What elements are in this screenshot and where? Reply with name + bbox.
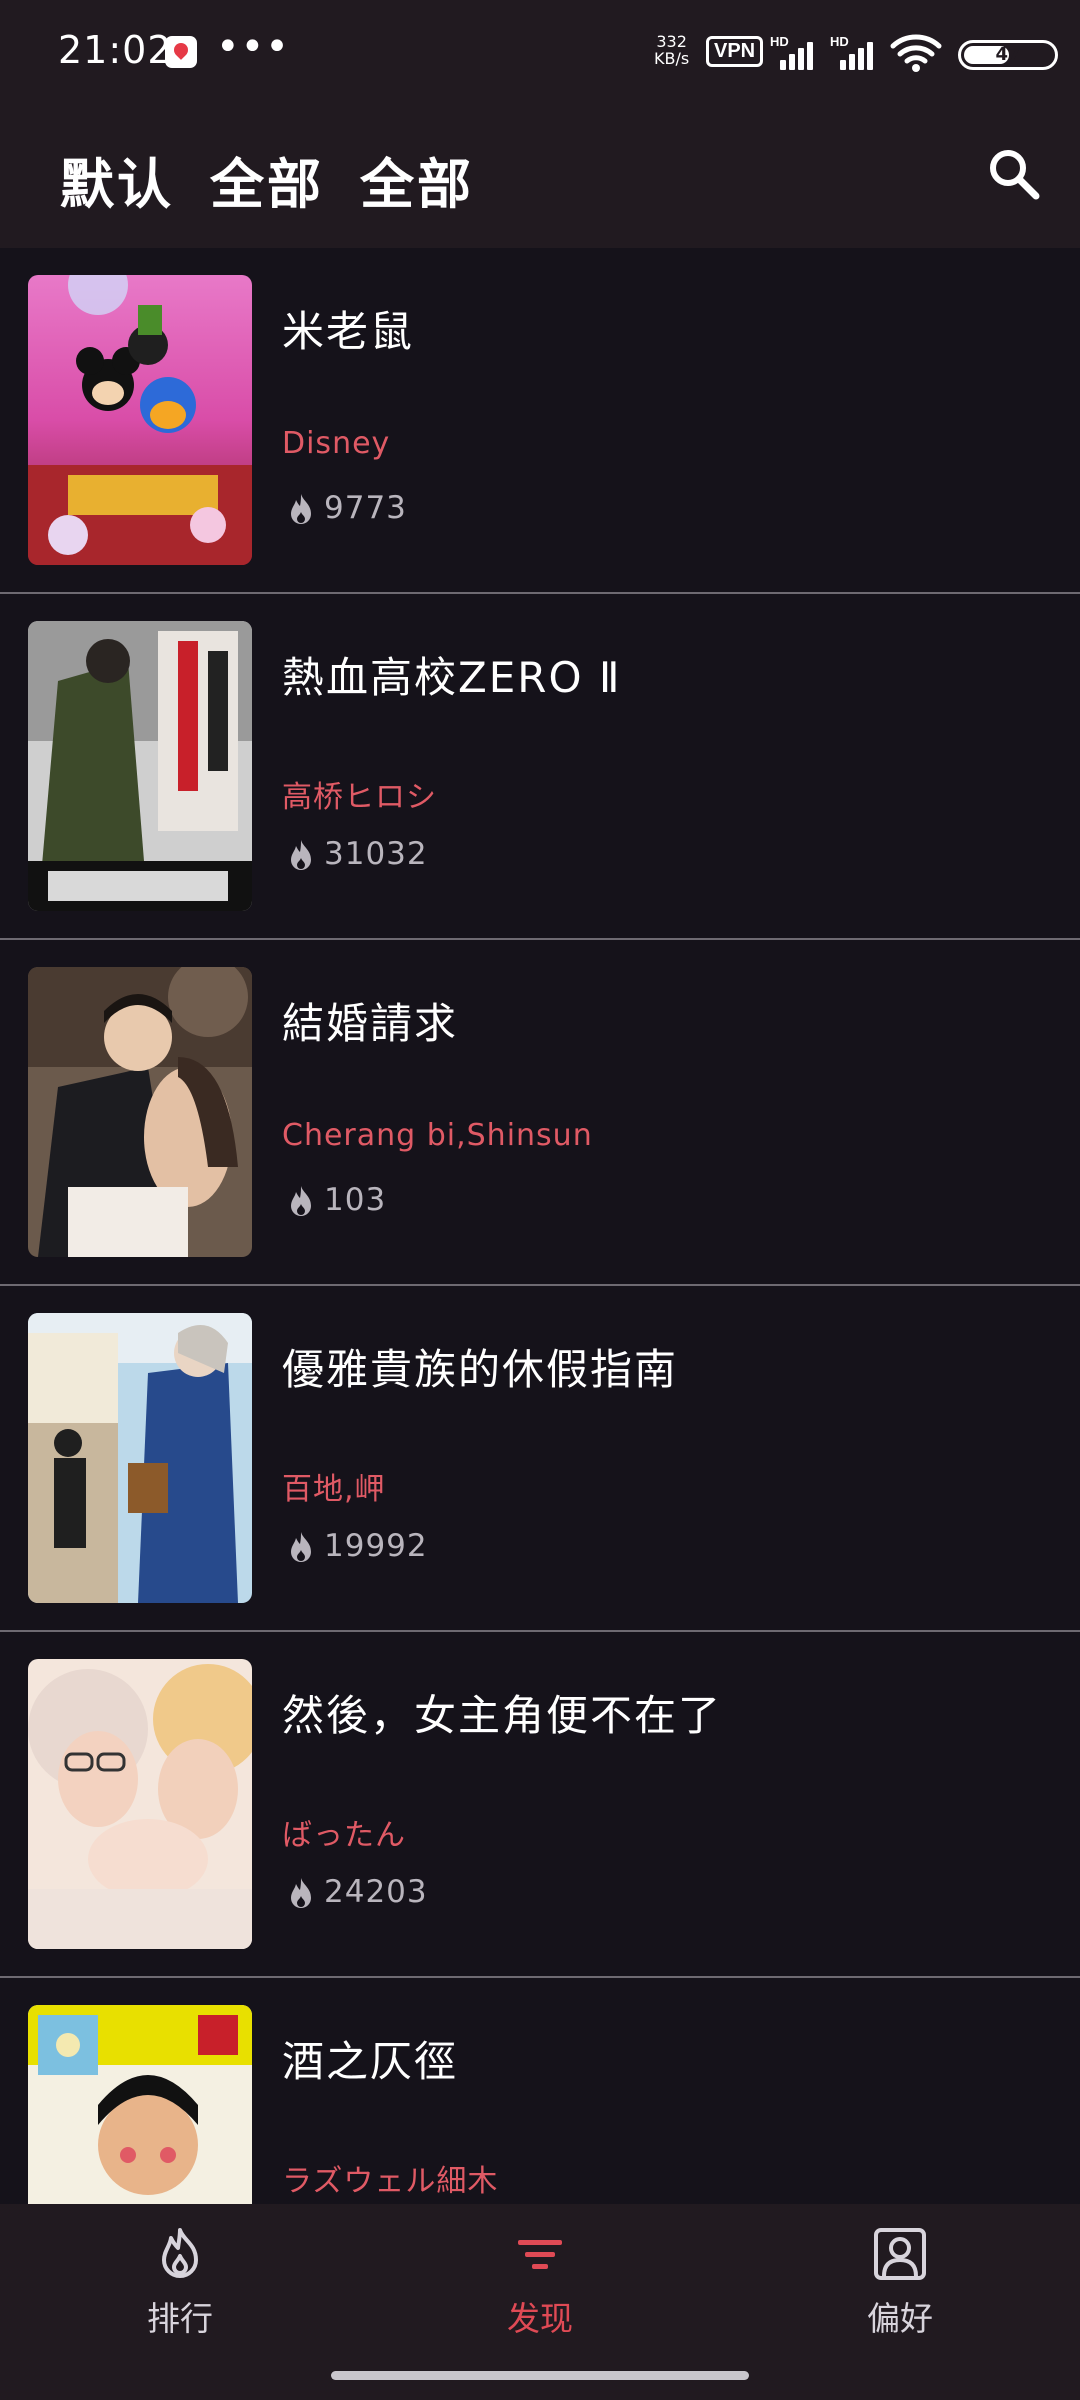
bottom-navigation: 排行 发现 偏好: [0, 2204, 1080, 2400]
comic-title: 米老鼠: [282, 307, 415, 356]
home-indicator[interactable]: [331, 2371, 749, 2380]
comic-list-item[interactable]: 酒之仄徑 ラズウェル細木: [0, 1978, 1080, 2204]
comic-author: Cherang bi,Shinsun: [282, 1118, 593, 1153]
popularity-count: 31032: [324, 836, 428, 872]
network-speed-unit: KB/s: [654, 49, 690, 68]
filter-icon: [518, 2240, 562, 2269]
comic-author: 百地,岬: [282, 1472, 386, 1507]
nav-ranking[interactable]: 排行: [80, 2204, 280, 2354]
comic-cover[interactable]: [28, 1313, 252, 1603]
comic-author: ラズウェル細木: [282, 2164, 499, 2199]
comic-author: 高桥ヒロシ: [282, 780, 437, 815]
vpn-badge: VPN: [706, 36, 764, 67]
more-notifications-icon: •••: [216, 24, 290, 70]
comic-cover[interactable]: [28, 967, 252, 1257]
comic-list[interactable]: 米老鼠 Disney 9773 熱血高校ZERO Ⅱ 高桥ヒロシ 31032 結…: [0, 248, 1080, 2204]
fire-icon: [291, 1532, 311, 1562]
network-speed: 332 KB/s: [654, 33, 689, 67]
comic-list-item[interactable]: 優雅貴族的休假指南 百地,岬 19992: [0, 1286, 1080, 1632]
status-bar: 21:02 ••• 332 KB/s VPN HD HD 47: [0, 0, 1080, 110]
location-app-icon: [165, 36, 197, 68]
comic-cover[interactable]: [28, 275, 252, 565]
popularity-count: 103: [324, 1182, 387, 1218]
comic-author: Disney: [282, 426, 391, 461]
top-app-bar: 默认 全部 全部: [0, 110, 1080, 248]
comic-list-item[interactable]: 熱血高校ZERO Ⅱ 高桥ヒロシ 31032: [0, 594, 1080, 940]
comic-cover[interactable]: [28, 621, 252, 911]
nav-ranking-label: 排行: [147, 2299, 213, 2338]
fire-icon: [291, 1878, 311, 1908]
network-speed-value: 332: [656, 32, 687, 51]
fire-icon: [162, 2228, 198, 2278]
nav-discover-label: 发现: [507, 2299, 573, 2338]
comic-cover[interactable]: [28, 2005, 252, 2204]
region-filter[interactable]: 全部: [210, 140, 324, 219]
profile-icon: [874, 2228, 926, 2280]
battery-icon: 47: [958, 40, 1058, 70]
signal-icon-1: [772, 36, 820, 70]
comic-title: 熱血高校ZERO Ⅱ: [282, 653, 622, 702]
comic-author: ばったん: [282, 1818, 406, 1853]
comic-list-item[interactable]: 然後，女主角便不在了 ばったん 24203: [0, 1632, 1080, 1978]
popularity-count: 9773: [324, 490, 407, 526]
popularity-count: 19992: [324, 1528, 428, 1564]
status-time: 21:02: [58, 28, 173, 72]
comic-title: 酒之仄徑: [282, 2037, 459, 2086]
status-filter[interactable]: 全部: [360, 140, 474, 219]
comic-title: 然後，女主角便不在了: [282, 1691, 723, 1740]
fire-icon: [291, 1186, 311, 1216]
nav-discover[interactable]: 发现: [440, 2204, 640, 2354]
fire-icon: [291, 840, 311, 870]
fire-icon: [291, 494, 311, 524]
comic-list-item[interactable]: 米老鼠 Disney 9773: [0, 248, 1080, 594]
comic-cover[interactable]: [28, 1659, 252, 1949]
comic-title: 結婚請求: [282, 999, 459, 1048]
comic-title: 優雅貴族的休假指南: [282, 1345, 679, 1394]
sort-filter[interactable]: 默认: [60, 140, 174, 219]
wifi-icon: [890, 34, 942, 72]
signal-icon-2: [832, 36, 880, 70]
popularity-count: 24203: [324, 1874, 428, 1910]
search-icon[interactable]: [984, 144, 1044, 204]
nav-preference-label: 偏好: [867, 2299, 933, 2338]
comic-list-item[interactable]: 結婚請求 Cherang bi,Shinsun 103: [0, 940, 1080, 1286]
battery-level: 47: [995, 44, 1021, 65]
nav-preference[interactable]: 偏好: [800, 2204, 1000, 2354]
